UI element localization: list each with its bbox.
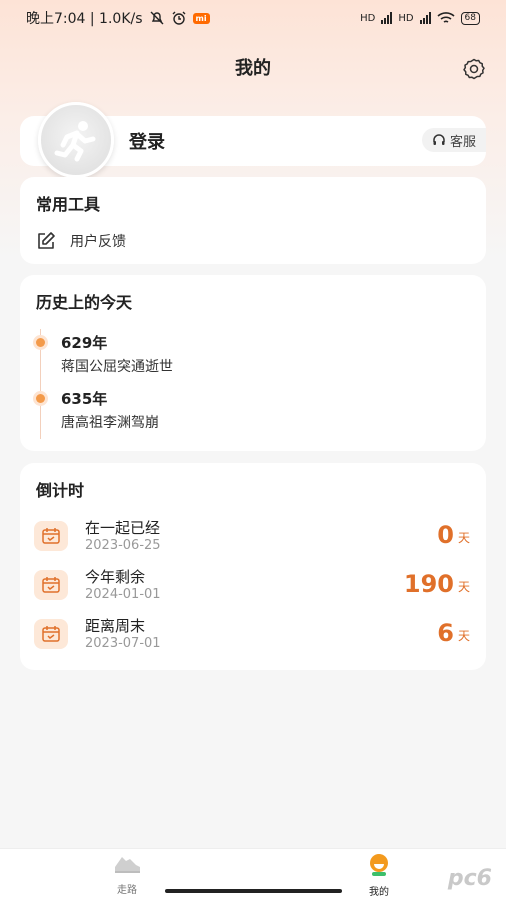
hd-label-1: HD: [360, 12, 376, 24]
countdown-item[interactable]: 今年剩余 2024-01-01 190 天: [20, 562, 486, 606]
status-time-speed: 晚上7:04 | 1.0K/s: [26, 11, 143, 27]
hd-label-2: HD: [398, 12, 414, 24]
countdown-item[interactable]: 在一起已经 2023-06-25 0 天: [20, 513, 486, 557]
shoe-icon: [115, 857, 140, 873]
history-card: 历史上的今天 629年 蒋国公屈突通逝世 635年 唐高祖李渊驾崩: [20, 275, 486, 451]
countdown-card: 倒计时 在一起已经 2023-06-25 0 天 今年剩余 2024-01-01…: [20, 463, 486, 670]
tools-card: 常用工具 用户反馈: [20, 177, 486, 264]
tools-title: 常用工具: [36, 195, 101, 214]
countdown-value: 6: [437, 619, 454, 647]
timeline-dot: [36, 394, 45, 403]
status-left: 晚上7:04 | 1.0K/s mi: [26, 8, 210, 28]
countdown-date: 2024-01-01: [85, 587, 161, 602]
watermark: pc6: [447, 866, 492, 891]
countdown-unit: 天: [457, 531, 470, 545]
countdown-unit: 天: [457, 629, 470, 643]
profile-card: 登录 客服: [20, 102, 486, 178]
countdown-name: 今年剩余: [85, 568, 146, 586]
countdown-title: 倒计时: [36, 481, 85, 500]
nav-walk-label: 走路: [117, 885, 137, 896]
login-label[interactable]: 登录: [129, 128, 165, 154]
countdown-date: 2023-06-25: [85, 538, 161, 553]
nav-mine[interactable]: 我的: [349, 853, 409, 898]
feedback-item[interactable]: 用户反馈: [36, 231, 126, 251]
mi-badge: mi: [192, 12, 210, 24]
signal-icon-2: [419, 12, 431, 24]
battery-icon: 68: [460, 11, 480, 25]
nav-mine-label: 我的: [369, 887, 389, 898]
countdown-unit: 天: [457, 580, 470, 594]
calendar-icon: [34, 619, 68, 649]
timeline-dot: [36, 338, 45, 347]
event-desc: 蒋国公屈突通逝世: [61, 359, 173, 375]
avatar[interactable]: [38, 102, 114, 178]
bottom-nav: 走路 我的: [0, 848, 506, 901]
edit-icon: [38, 232, 55, 249]
headset-icon: [433, 134, 445, 145]
service-label: 客服: [449, 134, 476, 150]
user-icon: [370, 854, 388, 876]
countdown-name: 距离周末: [85, 617, 146, 635]
header: 我的: [0, 52, 506, 86]
customer-service-button[interactable]: 客服: [421, 128, 486, 152]
feedback-label: 用户反馈: [70, 234, 126, 250]
gear-icon[interactable]: [462, 57, 486, 81]
calendar-icon: [34, 570, 68, 600]
event-year: 635年: [61, 390, 108, 408]
countdown-value: 190: [403, 570, 454, 598]
mute-icon: [150, 11, 164, 25]
history-title: 历史上的今天: [36, 293, 133, 312]
nav-walk[interactable]: 走路: [97, 853, 157, 896]
calendar-icon: [34, 521, 68, 551]
event-desc: 唐高祖李渊驾崩: [61, 415, 159, 431]
status-bar: 晚上7:04 | 1.0K/s mi HD HD 68: [0, 0, 506, 36]
countdown-name: 在一起已经: [85, 519, 161, 537]
wifi-icon: [437, 12, 455, 23]
countdown-value: 0: [437, 521, 454, 549]
home-indicator[interactable]: [165, 889, 342, 893]
countdown-date: 2023-07-01: [85, 636, 161, 651]
countdown-item[interactable]: 距离周末 2023-07-01 6 天: [20, 611, 486, 655]
alarm-icon: [172, 11, 186, 25]
signal-icon: [381, 12, 393, 24]
page-title: 我的: [235, 58, 271, 79]
running-man-icon: [54, 121, 96, 162]
status-right: HD HD 68: [360, 11, 480, 25]
event-year: 629年: [61, 334, 108, 352]
